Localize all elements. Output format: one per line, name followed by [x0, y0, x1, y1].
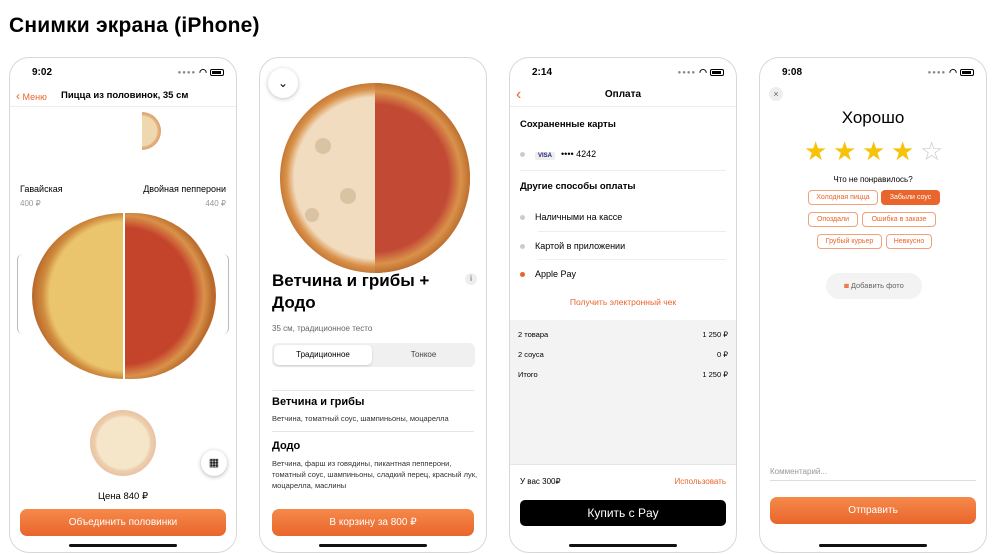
- saved-card-row[interactable]: VISA •••• 4242: [520, 149, 726, 160]
- segment-thin[interactable]: Тонкое: [374, 345, 473, 365]
- wifi-icon: ◠: [949, 67, 957, 77]
- dodo-half: [375, 83, 470, 273]
- left-half-price: 400 ₽: [20, 199, 41, 208]
- dough-segmented-control: Традиционное Тонкое: [272, 343, 475, 367]
- signal-icon: ●●●●: [927, 69, 947, 76]
- screenshot-half-pizza: 9:02 ●●●● ◠ ‹ Меню Пицца из половинок, 35…: [9, 57, 237, 553]
- star-5-icon[interactable]: ☆: [920, 138, 943, 164]
- method-card-app[interactable]: Картой в приложении: [520, 241, 726, 251]
- add-photo-label: Добавить фото: [850, 281, 904, 290]
- status-time: 2:14: [532, 67, 553, 78]
- chevron-left-icon: ‹: [16, 89, 20, 103]
- page-title: Снимки экрана (iPhone): [9, 14, 260, 37]
- method-cash-label: Наличными на кассе: [535, 212, 623, 222]
- use-bonus-link[interactable]: Использовать: [675, 477, 726, 486]
- half2-description: Ветчина, фарш из говядины, пикантная пеп…: [272, 459, 478, 490]
- info-icon[interactable]: i: [465, 273, 477, 285]
- home-indicator: [69, 544, 177, 547]
- star-1-icon[interactable]: ★: [804, 138, 827, 164]
- summary-sauces-value: 0 ₽: [716, 350, 728, 359]
- size-info: 35 см, традиционное тесто: [272, 324, 373, 333]
- right-half-preview[interactable]: [142, 112, 161, 150]
- next-pizza-preview[interactable]: [90, 410, 156, 476]
- close-icon[interactable]: ×: [769, 87, 783, 101]
- screenshot-payment: 2:14 ●●●● ◠ ‹ Оплата Сохраненные карты VI…: [509, 57, 737, 553]
- star-4-icon[interactable]: ★: [891, 138, 914, 164]
- method-apple-pay[interactable]: Apple Pay: [520, 269, 726, 279]
- saved-cards-header: Сохраненные карты: [520, 119, 616, 130]
- status-bar: 9:08 ●●●● ◠: [760, 58, 986, 84]
- add-to-cart-button[interactable]: В корзину за 800 ₽: [272, 509, 474, 536]
- summary-sauces-label: 2 соуса: [518, 350, 544, 359]
- right-half-price: 440 ₽: [205, 199, 226, 208]
- summary-items-label: 2 товара: [518, 330, 549, 339]
- chip-late[interactable]: Опоздали: [808, 212, 858, 227]
- combine-halves-button[interactable]: Объединить половинки: [20, 509, 226, 536]
- right-half-name: Двойная пепперони: [143, 184, 226, 194]
- status-time: 9:02: [32, 67, 53, 78]
- home-indicator: [319, 544, 427, 547]
- screenshot-product-card: ⌄ Ветчина и грибы + Додо i 35 см, традиц…: [259, 57, 487, 553]
- comment-input[interactable]: Комментарий...: [770, 467, 976, 481]
- summary-block: 2 товара 1 250 ₽ 2 соуса 0 ₽ Итого 1 250…: [510, 320, 736, 464]
- add-photo-button[interactable]: ◙ Добавить фото: [826, 273, 922, 299]
- status-bar: 2:14 ●●●● ◠: [510, 58, 736, 84]
- battery-icon: [210, 69, 224, 76]
- chip-not-tasty[interactable]: Невкусно: [886, 234, 932, 249]
- method-card-label: Картой в приложении: [535, 241, 626, 251]
- scroll-arc-right: [223, 254, 229, 334]
- star-2-icon[interactable]: ★: [833, 138, 856, 164]
- card-number: •••• 4242: [561, 149, 597, 159]
- other-methods-header: Другие способы оплаты: [520, 181, 636, 192]
- status-time: 9:08: [782, 67, 803, 78]
- apple-pay-button[interactable]: Купить с Pay: [520, 500, 726, 526]
- back-button[interactable]: ‹ Меню: [16, 89, 47, 103]
- wifi-icon: ◠: [199, 67, 207, 77]
- screenshot-rating: 9:08 ●●●● ◠ × Хорошо ★ ★ ★ ★ ☆ Что не пон…: [759, 57, 987, 553]
- method-apple-pay-label: Apple Pay: [535, 269, 577, 279]
- rating-heading: Хорошо: [841, 108, 905, 127]
- half1-description: Ветчина, томатный соус, шампиньоны, моца…: [272, 414, 449, 423]
- star-3-icon[interactable]: ★: [862, 138, 885, 164]
- receipt-link[interactable]: Получить электронный чек: [510, 297, 736, 307]
- segment-traditional[interactable]: Традиционное: [274, 345, 372, 365]
- submit-button[interactable]: Отправить: [770, 497, 976, 524]
- signal-icon: ●●●●: [177, 69, 197, 76]
- nav-title: Пицца из половинок, 35 см: [61, 90, 189, 101]
- pepperoni-half: [124, 213, 216, 379]
- half-divider: [123, 213, 125, 379]
- scroll-arc-left: [17, 254, 23, 334]
- camera-icon: ◙: [844, 281, 849, 290]
- nav-title: Оплата: [604, 89, 642, 100]
- total-price: Цена 840 ₽: [97, 491, 148, 502]
- chip-cold-pizza[interactable]: Холодная пицца: [808, 190, 878, 205]
- home-indicator: [819, 544, 927, 547]
- home-indicator: [569, 544, 677, 547]
- battery-icon: [710, 69, 724, 76]
- signal-icon: ●●●●: [677, 69, 697, 76]
- visa-icon: VISA: [535, 152, 556, 160]
- summary-items-value: 1 250 ₽: [702, 330, 728, 339]
- half1-title: Ветчина и грибы: [272, 396, 365, 408]
- feedback-question: Что не понравилось?: [833, 175, 913, 184]
- back-label: Меню: [22, 92, 47, 102]
- bonus-balance: У вас 300₽: [520, 477, 561, 486]
- left-half-name: Гавайская: [20, 184, 63, 194]
- close-chevron-down-icon[interactable]: ⌄: [268, 68, 298, 98]
- wifi-icon: ◠: [699, 67, 707, 77]
- method-cash[interactable]: Наличными на кассе: [520, 212, 726, 222]
- chip-rude-courier[interactable]: Грубый курьер: [817, 234, 882, 249]
- chip-forgot-sauce[interactable]: Забыли соус: [881, 190, 940, 205]
- ingredients-icon[interactable]: ▦: [201, 450, 227, 476]
- battery-icon: [960, 69, 974, 76]
- product-title: Ветчина и грибы + Додо: [272, 271, 430, 312]
- summary-total-label: Итого: [518, 370, 538, 379]
- summary-total-value: 1 250 ₽: [702, 370, 728, 379]
- half2-title: Додо: [272, 440, 301, 452]
- chip-order-error[interactable]: Ошибка в заказе: [862, 212, 936, 227]
- status-bar: 9:02 ●●●● ◠: [10, 58, 236, 84]
